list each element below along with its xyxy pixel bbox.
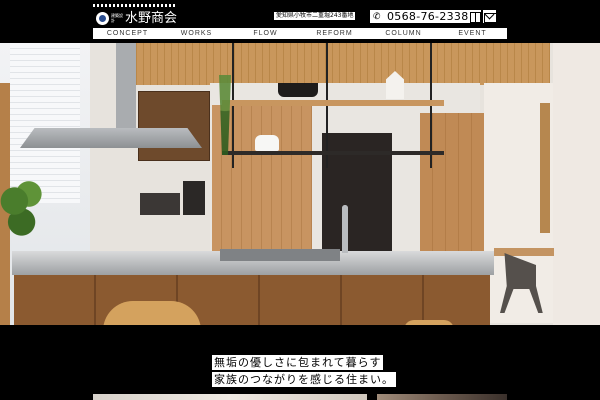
hero-tagline-line2: 家族のつながりを感じる住まい。: [212, 372, 396, 387]
coffee-maker: [183, 181, 205, 215]
hero-image: [0, 43, 600, 325]
nav-item-works[interactable]: WORKS: [162, 28, 231, 39]
nav-item-event[interactable]: EVENT: [438, 28, 507, 39]
site-header: 建築設計 水野商会 愛知県小牧市二重堀243番地 ✆ 0568-76-2338: [0, 0, 600, 28]
phone-number: 0568-76-2338: [387, 10, 469, 23]
nav-item-flow[interactable]: FLOW: [231, 28, 300, 39]
logo-mark-icon: [96, 12, 109, 25]
right-wall-edge: [553, 43, 600, 325]
logo-dots: [93, 4, 177, 7]
site-logo[interactable]: 建築設計 水野商会: [93, 4, 177, 26]
main-nav: CONCEPT WORKS FLOW REFORM COLUMN EVENT: [93, 28, 507, 39]
range-hood: [20, 128, 202, 148]
desk: [494, 248, 554, 256]
hero-tagline-line1: 無垢の優しさに包まれて暮らす: [212, 355, 384, 370]
wood-ceiling: [130, 43, 550, 85]
phone-icon: ✆: [373, 11, 381, 22]
kettle: [255, 135, 279, 151]
logo-name: 水野商会: [125, 11, 178, 26]
thumbnail-image[interactable]: [93, 394, 367, 400]
front-chair-2: [404, 320, 454, 325]
pot: [278, 83, 318, 97]
upper-shelf: [222, 100, 444, 106]
nav-item-reform[interactable]: REFORM: [300, 28, 369, 39]
phone-link[interactable]: ✆ 0568-76-2338: [370, 10, 472, 23]
sink: [220, 249, 340, 261]
logo-subtitle: 建築設計: [111, 13, 123, 23]
potted-plant: [0, 173, 48, 243]
thumbnail-image[interactable]: [377, 394, 507, 400]
company-address: 愛知県小牧市二重堀243番地: [274, 12, 356, 20]
right-window-frame: [540, 103, 550, 233]
kitchen-island: [14, 275, 490, 325]
upper-cabinet: [138, 91, 210, 161]
hood-duct: [116, 43, 136, 131]
nav-item-concept[interactable]: CONCEPT: [93, 28, 162, 39]
book-icon[interactable]: [468, 10, 481, 23]
faucet: [342, 205, 348, 253]
nav-item-column[interactable]: COLUMN: [369, 28, 438, 39]
front-chair: [103, 301, 201, 325]
lower-shelf: [222, 151, 444, 155]
microwave: [140, 193, 180, 215]
mail-icon[interactable]: [483, 10, 497, 23]
